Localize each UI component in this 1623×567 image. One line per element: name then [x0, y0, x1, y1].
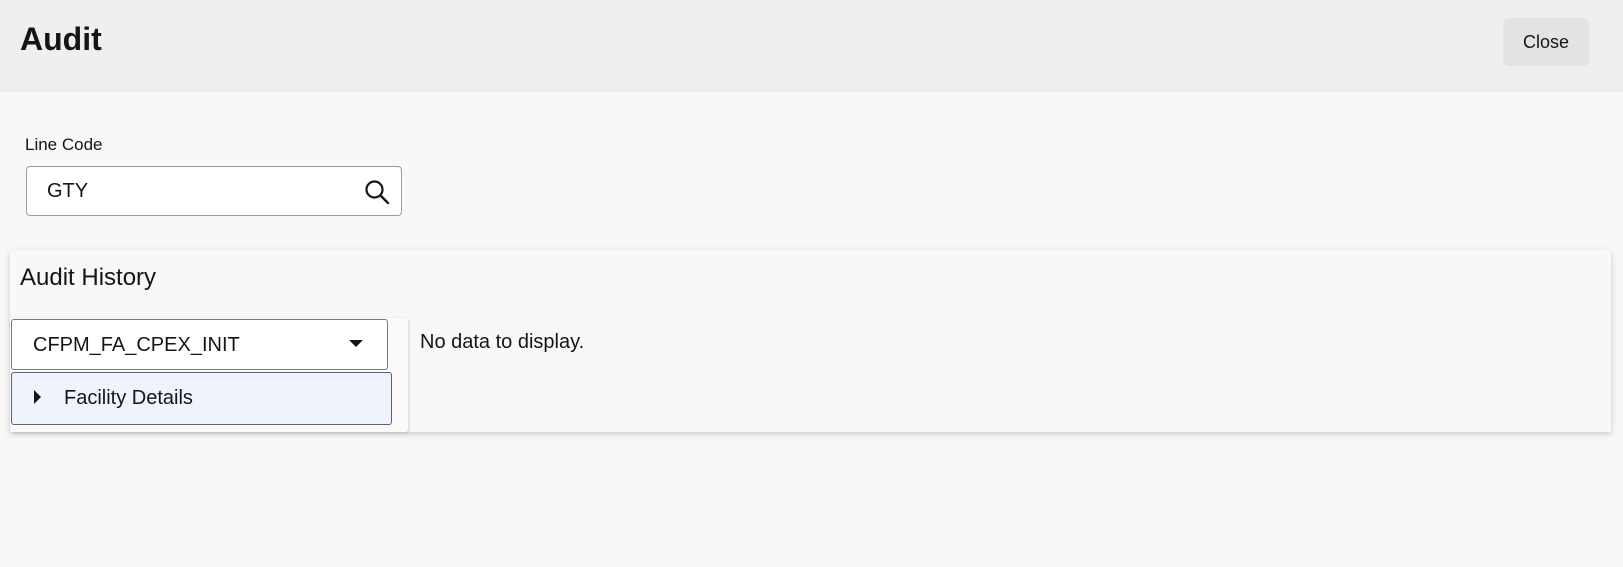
- audit-history-section: Audit History CFPM_FA_CPEX_INIT Facility…: [10, 250, 1611, 432]
- caret-right-icon[interactable]: [34, 390, 41, 404]
- process-select-value: CFPM_FA_CPEX_INIT: [33, 334, 240, 356]
- tree-node-label: Facility Details: [64, 387, 193, 409]
- close-button[interactable]: Close: [1503, 18, 1589, 66]
- page-header: Audit Close: [0, 0, 1623, 92]
- page-title: Audit: [20, 21, 102, 57]
- process-select[interactable]: CFPM_FA_CPEX_INIT: [11, 319, 388, 370]
- caret-down-icon[interactable]: [349, 340, 363, 347]
- audit-tree-panel: CFPM_FA_CPEX_INIT Facility Details: [10, 318, 408, 432]
- search-icon[interactable]: [364, 179, 390, 205]
- tree-node-facility-details[interactable]: Facility Details: [11, 372, 392, 425]
- line-code-label: Line Code: [25, 135, 103, 154]
- line-code-field[interactable]: [26, 166, 402, 216]
- line-code-input[interactable]: [47, 167, 347, 215]
- no-data-message: No data to display.: [420, 331, 585, 353]
- audit-history-title: Audit History: [20, 264, 157, 291]
